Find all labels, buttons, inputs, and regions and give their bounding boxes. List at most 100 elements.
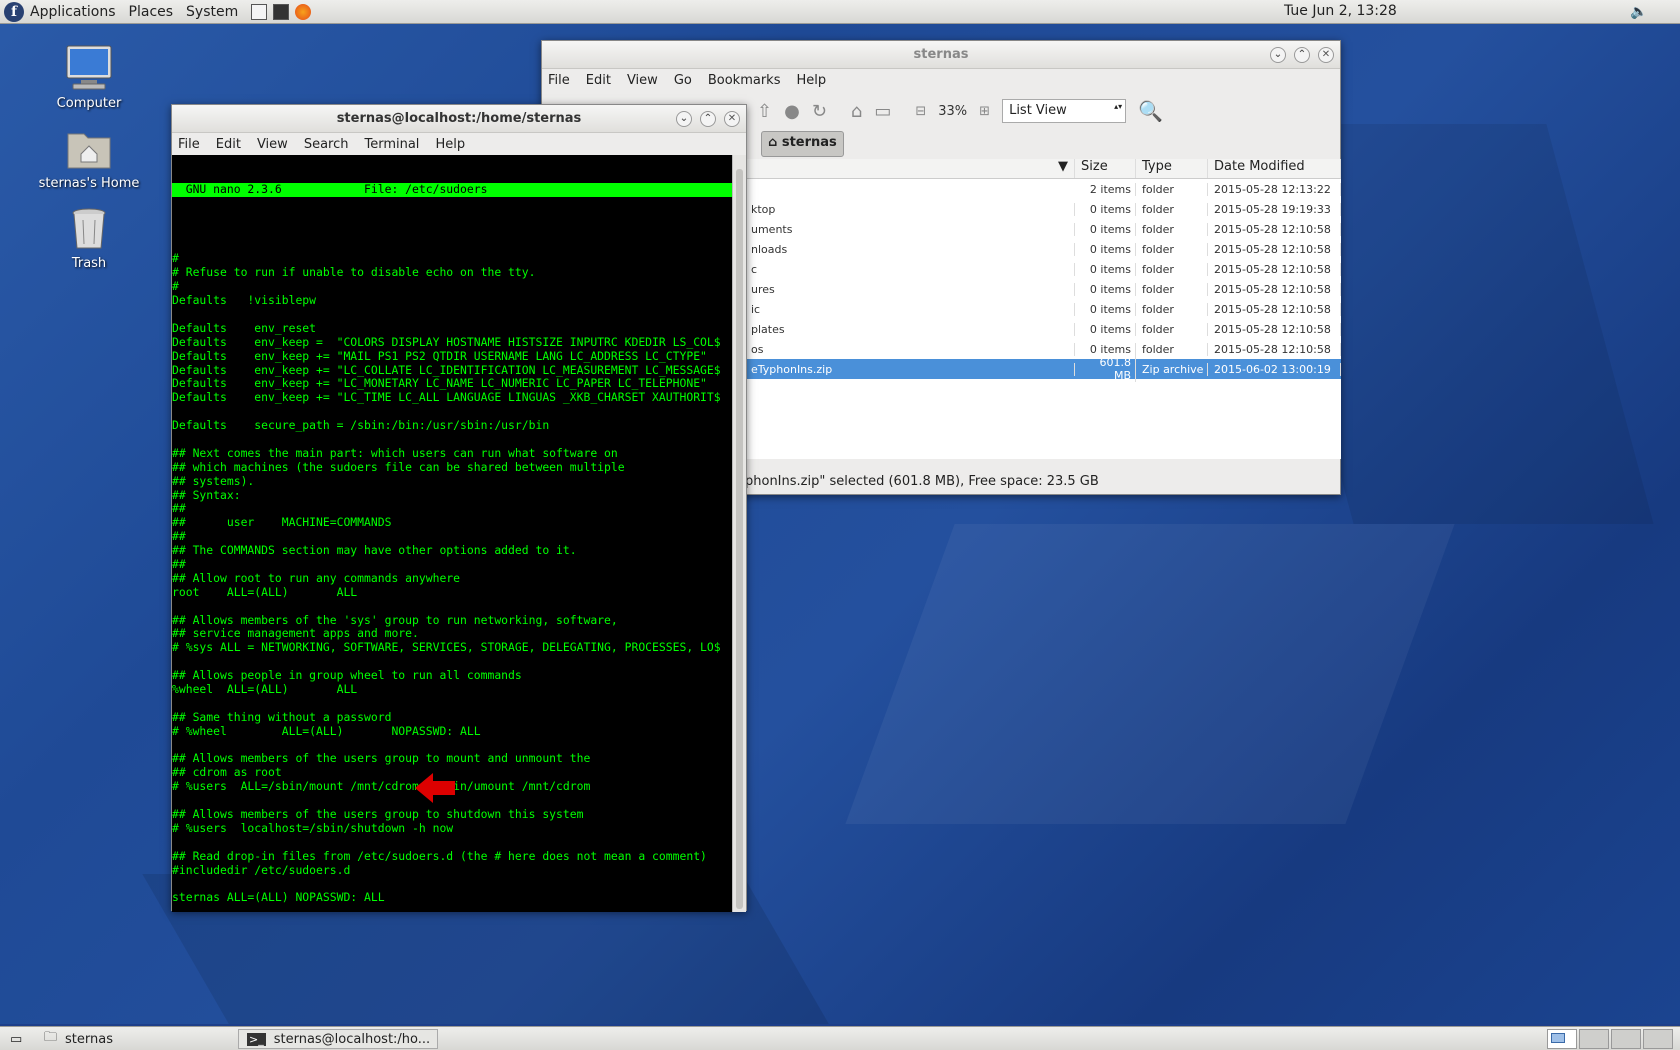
size-column-header[interactable]: Size [1075,159,1136,178]
minimize-button[interactable]: ⌄ [676,111,692,127]
nano-buffer[interactable]: # # Refuse to run if unable to disable ec… [172,225,733,906]
reload-icon[interactable]: ↻ [812,101,827,122]
file-name: nloads [745,242,1075,256]
scrollbar-thumb[interactable] [736,169,743,909]
places-menu[interactable]: Places [129,4,174,20]
file-row[interactable]: ktop 0 items folder 2015-05-28 19:19:33 [745,199,1341,219]
workspace-2[interactable] [1579,1029,1609,1049]
menu-edit[interactable]: Edit [586,73,611,88]
minimize-button[interactable]: ⌄ [1270,47,1286,63]
trash-icon [65,204,113,252]
zoom-out-icon[interactable]: ⊟ [915,104,926,119]
buffer-line: ## [172,529,186,544]
menu-terminal[interactable]: Terminal [364,137,419,152]
file-row[interactable]: ures 0 items folder 2015-05-28 12:10:58 [745,279,1341,299]
applications-menu[interactable]: Applications [30,4,116,20]
menu-bookmarks[interactable]: Bookmarks [708,73,781,88]
zoom-in-icon[interactable]: ⊞ [979,104,990,119]
desktop-icon-label: Computer [56,96,122,111]
menu-file[interactable]: File [178,137,200,152]
desktop-icon-computer[interactable]: Computer [34,44,144,111]
file-type: folder [1136,302,1208,316]
terminal-screen[interactable]: GNU nano 2.3.6 File: /etc/sudoers # # Ref… [172,155,733,912]
show-desktop-icon[interactable]: ▭ [2,1029,22,1049]
menu-help[interactable]: Help [796,73,826,88]
file-row[interactable]: ic 0 items folder 2015-05-28 12:10:58 [745,299,1341,319]
file-date: 2015-05-28 12:10:58 [1208,322,1341,336]
file-row[interactable]: plates 0 items folder 2015-05-28 12:10:58 [745,319,1341,339]
volume-icon[interactable]: 🔈 [1630,4,1647,20]
buffer-line: ## which machines (the sudoers file can … [172,459,625,474]
file-date: 2015-05-28 19:19:33 [1208,202,1341,216]
file-date: 2015-05-28 12:10:58 [1208,262,1341,276]
home-icon[interactable]: ⌂ [851,101,862,122]
file-row[interactable]: os 0 items folder 2015-05-28 12:10:58 [745,339,1341,359]
terminal-titlebar[interactable]: sternas@localhost:/home/sternas ⌄ ⌃ ✕ [172,105,746,133]
stop-icon[interactable]: ● [784,101,800,122]
menu-help[interactable]: Help [435,137,465,152]
buffer-line: # %wheel ALL=(ALL) NOPASSWD: ALL [172,723,481,738]
clock[interactable]: Tue Jun 2, 13:28 [1284,3,1397,19]
menu-view[interactable]: View [627,73,658,88]
search-icon[interactable]: 🔍 [1138,99,1163,123]
buffer-line [172,697,733,711]
file-row[interactable]: nloads 0 items folder 2015-05-28 12:10:58 [745,239,1341,259]
buffer-line: ## service management apps and more. [172,626,419,641]
fedora-logo-icon[interactable]: f [4,1,24,22]
terminal-menubar: File Edit View Search Terminal Help [172,133,746,155]
date-column-header[interactable]: Date Modified [1208,159,1341,178]
maximize-button[interactable]: ⌃ [1294,47,1310,63]
taskbar-item-file-manager[interactable]: 🗀 sternas [36,1029,231,1049]
computer-icon[interactable]: ▭ [874,101,891,122]
name-column-header[interactable]: ▼ [745,159,1075,178]
file-row[interactable]: 2 items folder 2015-05-28 12:13:22 [745,179,1341,199]
workspace-1[interactable] [1547,1029,1577,1049]
file-row[interactable]: c0 items folder 2015-05-28 12:10:58 [745,259,1341,279]
desktop-icon-home[interactable]: sternas's Home [34,124,144,191]
file-date: 2015-05-28 12:13:22 [1208,182,1341,196]
close-button[interactable]: ✕ [724,111,740,127]
file-row[interactable]: uments 0 items folder 2015-05-28 12:10:58 [745,219,1341,239]
buffer-line [172,600,733,614]
view-mode-select[interactable]: List View [1002,99,1127,123]
file-manager-titlebar[interactable]: sternas ⌄ ⌃ ✕ [542,41,1340,69]
menu-edit[interactable]: Edit [216,137,241,152]
workspace-4[interactable] [1643,1029,1673,1049]
menu-view[interactable]: View [257,137,288,152]
desktop-icon-trash[interactable]: Trash [34,204,144,271]
up-icon[interactable]: ⇧ [757,101,772,122]
type-column-header[interactable]: Type [1136,159,1208,178]
buffer-line [172,225,733,239]
menu-search[interactable]: Search [304,137,349,152]
terminal-icon: >_ [247,1032,266,1046]
text-editor-launcher-icon[interactable] [251,3,268,20]
file-row[interactable]: eTyphonIns.zip 601.8 MB Zip archive 2015-06… [745,356,1341,382]
file-size: 0 items [1075,282,1136,296]
file-name: uments [745,222,1075,236]
buffer-line: ## Read drop-in files from /etc/sudoers.… [172,848,707,863]
buffer-line: ## user MACHINE=COMMANDS [172,515,392,530]
terminal-launcher-icon[interactable] [273,3,290,20]
buffer-line [172,433,733,447]
buffer-line: Defaults env_reset [172,320,317,335]
menu-go[interactable]: Go [674,73,692,88]
terminal-scrollbar[interactable] [732,155,746,912]
buffer-line: sternas ALL=(ALL) NOPASSWD: ALL [172,890,385,905]
file-size: 0 items [1075,302,1136,316]
taskbar-item-terminal[interactable]: >_ sternas@localhost:/ho... [238,1029,438,1049]
buffer-line: ## Same thing without a password [172,709,392,724]
nano-header: GNU nano 2.3.6 File: /etc/sudoers [172,182,733,197]
menu-file[interactable]: File [548,73,570,88]
buffer-line: ## Next comes the main part: which users… [172,445,618,460]
system-menu[interactable]: System [186,4,238,20]
home-folder-icon [65,124,113,172]
workspace-3[interactable] [1611,1029,1641,1049]
buffer-line: # [172,279,179,294]
taskbar-label: sternas [65,1031,113,1047]
firefox-launcher-icon[interactable] [295,3,312,20]
close-button[interactable]: ✕ [1318,47,1334,63]
buffer-line [172,836,733,850]
path-button-home[interactable]: ⌂ sternas [761,131,844,157]
buffer-line: ## systems). [172,473,255,488]
maximize-button[interactable]: ⌃ [700,111,716,127]
